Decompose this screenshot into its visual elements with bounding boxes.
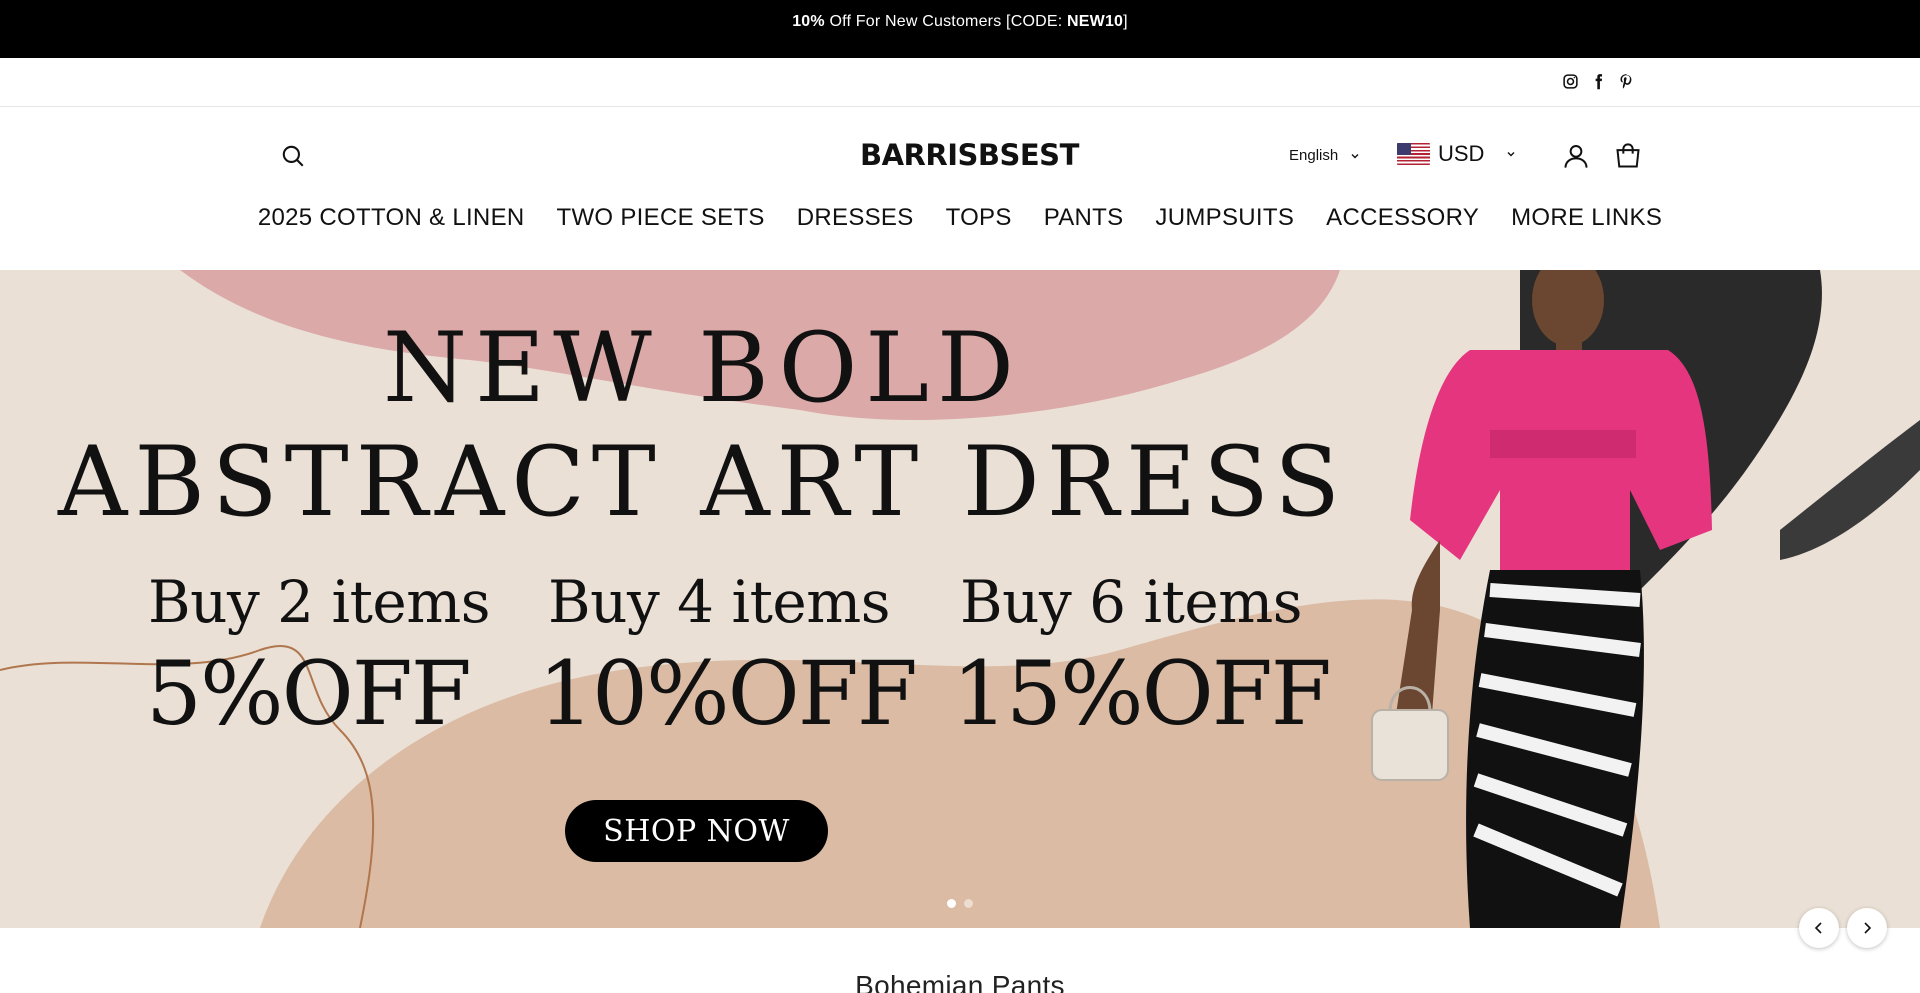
- slider-dot-1[interactable]: [947, 899, 956, 908]
- nav-item-cotton-linen[interactable]: 2025 COTTON & LINEN: [242, 203, 541, 233]
- facebook-icon[interactable]: [1589, 72, 1607, 90]
- slider-next-button[interactable]: [1847, 908, 1887, 948]
- announcement-bar: 10% Off For New Customers [CODE: NEW10]: [0, 0, 1920, 58]
- site-header: BARRISBSEST English USD 2025 COTTON & LI…: [0, 107, 1920, 270]
- slider-prev-button[interactable]: [1799, 908, 1839, 948]
- social-bar: [0, 58, 1920, 107]
- chevron-down-icon: [1507, 152, 1515, 157]
- search-icon[interactable]: [280, 143, 306, 169]
- nav-item-pants[interactable]: PANTS: [1028, 203, 1140, 233]
- main-nav: 2025 COTTON & LINEN TWO PIECE SETS DRESS…: [0, 203, 1920, 233]
- offer-5-off: 5%OFF: [146, 642, 472, 745]
- currency-label: USD: [1438, 141, 1485, 166]
- nav-item-accessory[interactable]: ACCESSORY: [1310, 203, 1495, 233]
- offer-10-off: 10%OFF: [538, 642, 918, 745]
- pinterest-icon[interactable]: [1617, 72, 1635, 90]
- account-icon[interactable]: [1562, 142, 1590, 170]
- language-selector[interactable]: English: [1289, 147, 1360, 164]
- slider-dot-2[interactable]: [964, 899, 973, 908]
- offer-buy-6: Buy 6 items: [960, 568, 1302, 636]
- announcement-text: 10% Off For New Customers [CODE: NEW10]: [792, 13, 1128, 31]
- nav-item-jumpsuits[interactable]: JUMPSUITS: [1139, 203, 1310, 233]
- social-links: [1561, 72, 1635, 90]
- nav-item-more-links[interactable]: MORE LINKS: [1495, 203, 1678, 233]
- nav-item-two-piece-sets[interactable]: TWO PIECE SETS: [541, 203, 781, 233]
- section-title: Bohemian Pants: [855, 970, 1065, 993]
- instagram-icon[interactable]: [1561, 72, 1579, 90]
- nav-item-dresses[interactable]: DRESSES: [781, 203, 930, 233]
- announcement-suffix: ]: [1123, 13, 1128, 30]
- us-flag-icon: [1397, 143, 1430, 165]
- nav-item-tops[interactable]: TOPS: [930, 203, 1028, 233]
- chevron-left-icon: [1814, 922, 1822, 934]
- language-label: English: [1289, 147, 1339, 164]
- offer-buy-2: Buy 2 items: [148, 568, 490, 636]
- site-logo[interactable]: BARRISBSEST: [860, 138, 1079, 172]
- hero-title-line1: NEW BOLD: [382, 312, 1022, 424]
- announcement-code: NEW10: [1067, 13, 1124, 30]
- shop-now-button[interactable]: SHOP NOW: [565, 800, 828, 862]
- cart-icon[interactable]: [1614, 142, 1642, 170]
- chevron-right-icon: [1864, 922, 1872, 934]
- hero-banner[interactable]: NEW BOLD ABSTRACT ART DRESS Buy 2 items …: [0, 270, 1920, 928]
- offer-buy-4: Buy 4 items: [548, 568, 890, 636]
- slider-dots: [947, 899, 973, 908]
- currency-selector[interactable]: USD: [1397, 141, 1516, 167]
- offer-15-off: 15%OFF: [952, 642, 1332, 745]
- hero-title-line2: ABSTRACT ART DRESS: [58, 426, 1347, 538]
- announcement-discount: 10%: [792, 13, 825, 30]
- chevron-down-icon: [1351, 153, 1359, 158]
- announcement-middle: Off For New Customers [CODE:: [824, 13, 1068, 30]
